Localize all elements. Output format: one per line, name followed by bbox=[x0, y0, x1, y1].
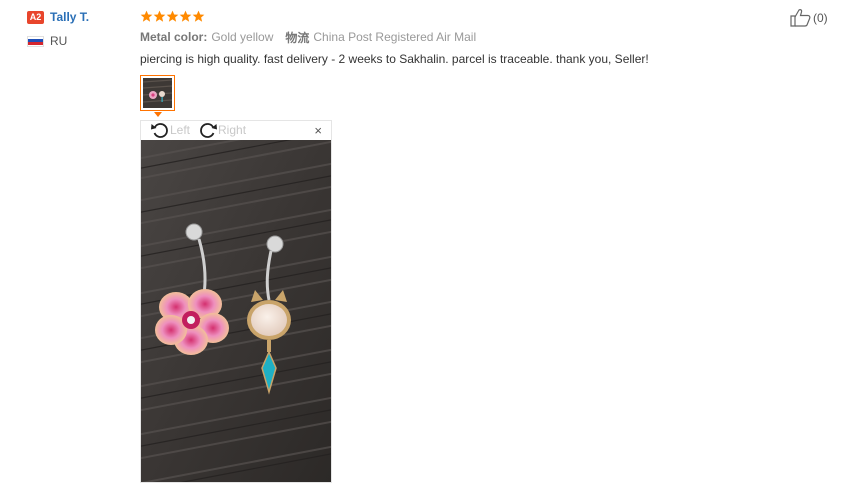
thumbnail-selected-caret bbox=[154, 112, 162, 117]
review-content: Metal color: Gold yellow 物流 China Post R… bbox=[140, 8, 780, 68]
rotate-right-icon bbox=[200, 123, 218, 138]
review-photo-thumbnail[interactable] bbox=[140, 75, 175, 111]
review-text: piercing is high quality. fast delivery … bbox=[140, 52, 649, 66]
reviewer-country-row: RU bbox=[27, 32, 137, 50]
rotate-left-label: Left bbox=[170, 123, 191, 137]
russia-flag-icon bbox=[27, 35, 44, 47]
review-photo bbox=[141, 140, 331, 482]
logistics-value: China Post Registered Air Mail bbox=[313, 30, 477, 44]
photo-viewer: Left Right × bbox=[140, 120, 332, 483]
reviewer-name[interactable]: Tally T. bbox=[50, 10, 89, 24]
star-icon bbox=[192, 10, 205, 22]
thumbnail-image bbox=[142, 78, 173, 108]
star-icon bbox=[140, 10, 153, 22]
metal-color-value: Gold yellow bbox=[211, 30, 274, 44]
star-icon bbox=[179, 10, 192, 22]
buyer-level-badge: A2 bbox=[27, 10, 44, 24]
helpful-count: (0) bbox=[813, 10, 828, 25]
jewelry-photo-image bbox=[141, 140, 331, 482]
reviewer-country: RU bbox=[50, 34, 68, 48]
viewer-toolbar: Left Right × bbox=[141, 121, 331, 139]
rotate-left-icon bbox=[151, 123, 168, 138]
order-info: Metal color: Gold yellow 物流 China Post R… bbox=[140, 28, 780, 46]
rotate-left-button[interactable]: Left bbox=[150, 121, 190, 139]
rotate-right-button[interactable]: Right bbox=[198, 121, 246, 139]
reviewer-info: A2 Tally T. RU bbox=[27, 8, 137, 50]
logistics-label: 物流 bbox=[285, 30, 310, 45]
metal-color-label: Metal color: bbox=[140, 30, 208, 44]
star-icon bbox=[153, 10, 166, 22]
star-icon bbox=[166, 10, 179, 22]
thumbs-up-icon bbox=[790, 9, 811, 27]
close-viewer-button[interactable]: × bbox=[314, 123, 322, 138]
flag-stripe-red bbox=[28, 42, 43, 46]
star-rating bbox=[140, 8, 780, 24]
rotate-right-label: Right bbox=[218, 123, 247, 137]
helpful-vote[interactable]: (0) bbox=[790, 8, 828, 27]
reviewer-row: A2 Tally T. bbox=[27, 8, 137, 26]
